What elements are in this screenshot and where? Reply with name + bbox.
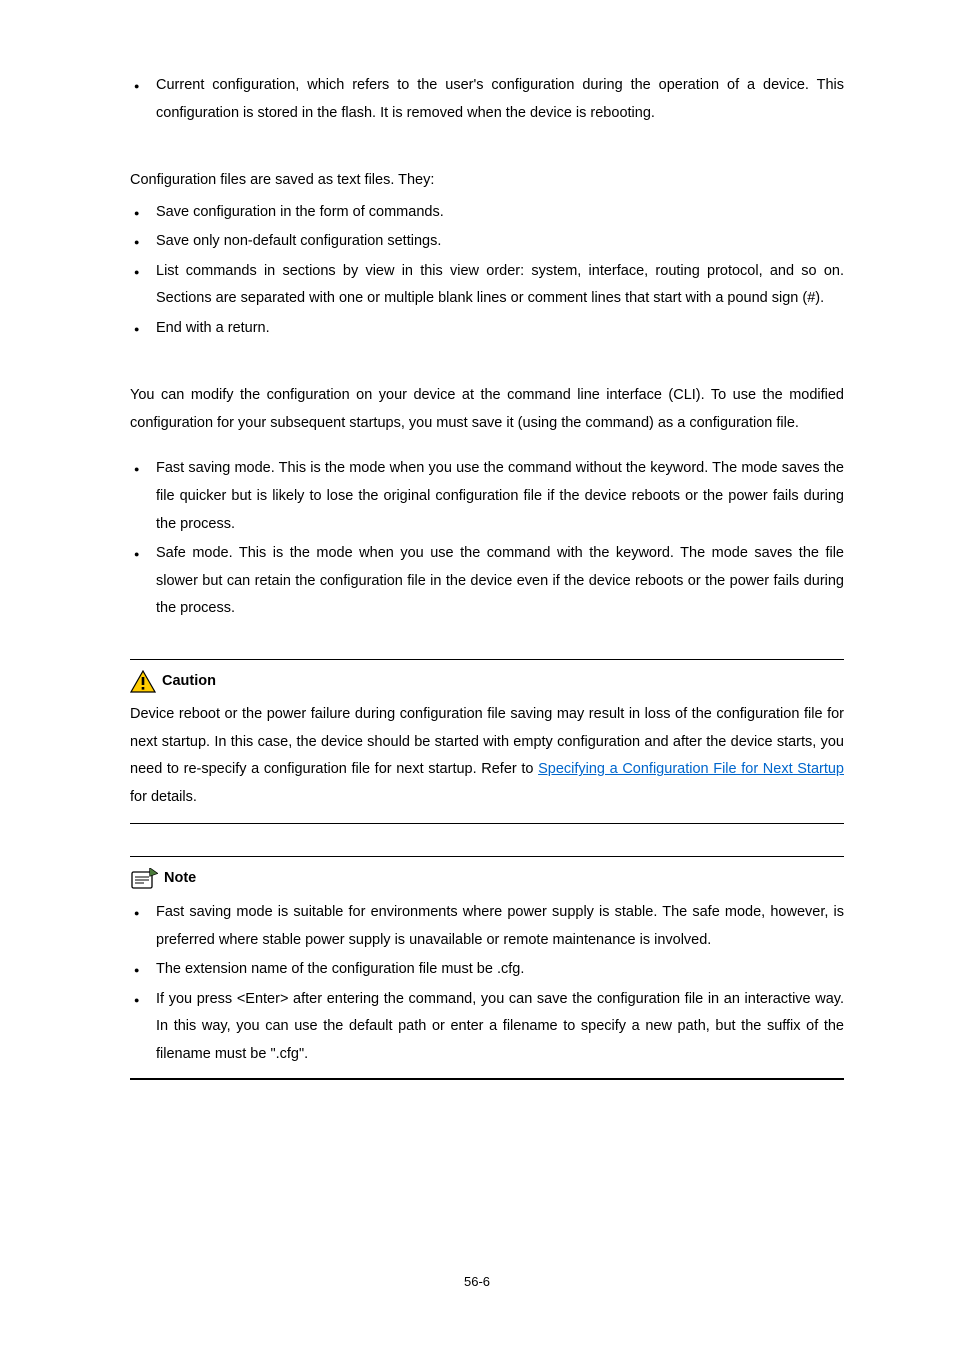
list-item: If you press <Enter> after entering the … [130, 986, 844, 1069]
list-item: Safe mode. This is the mode when you use… [130, 540, 844, 623]
note-label: Note [164, 865, 196, 893]
caution-text-after: for details. [130, 789, 197, 805]
list-item: The extension name of the configuration … [130, 956, 844, 984]
caution-icon [130, 670, 156, 694]
page-number: 56-6 [0, 1270, 954, 1295]
list-item: Fast saving mode is suitable for environ… [130, 899, 844, 954]
specifying-config-link[interactable]: Specifying a Configuration File for Next… [538, 761, 844, 777]
divider [130, 856, 844, 857]
list-item: Fast saving mode. This is the mode when … [130, 455, 844, 538]
list-item: List commands in sections by view in thi… [130, 258, 844, 313]
divider [130, 659, 844, 660]
caution-label: Caution [162, 668, 216, 696]
paragraph: You can modify the configuration on your… [130, 382, 844, 437]
caution-body: Device reboot or the power failure durin… [130, 701, 844, 811]
list-item: End with a return. [130, 315, 844, 343]
note-icon [130, 868, 158, 890]
paragraph: Configuration files are saved as text fi… [130, 167, 844, 195]
list-item: Save configuration in the form of comman… [130, 199, 844, 227]
list-item: Current configuration, which refers to t… [130, 72, 844, 127]
list-item: Save only non-default configuration sett… [130, 228, 844, 256]
divider [130, 1078, 844, 1080]
